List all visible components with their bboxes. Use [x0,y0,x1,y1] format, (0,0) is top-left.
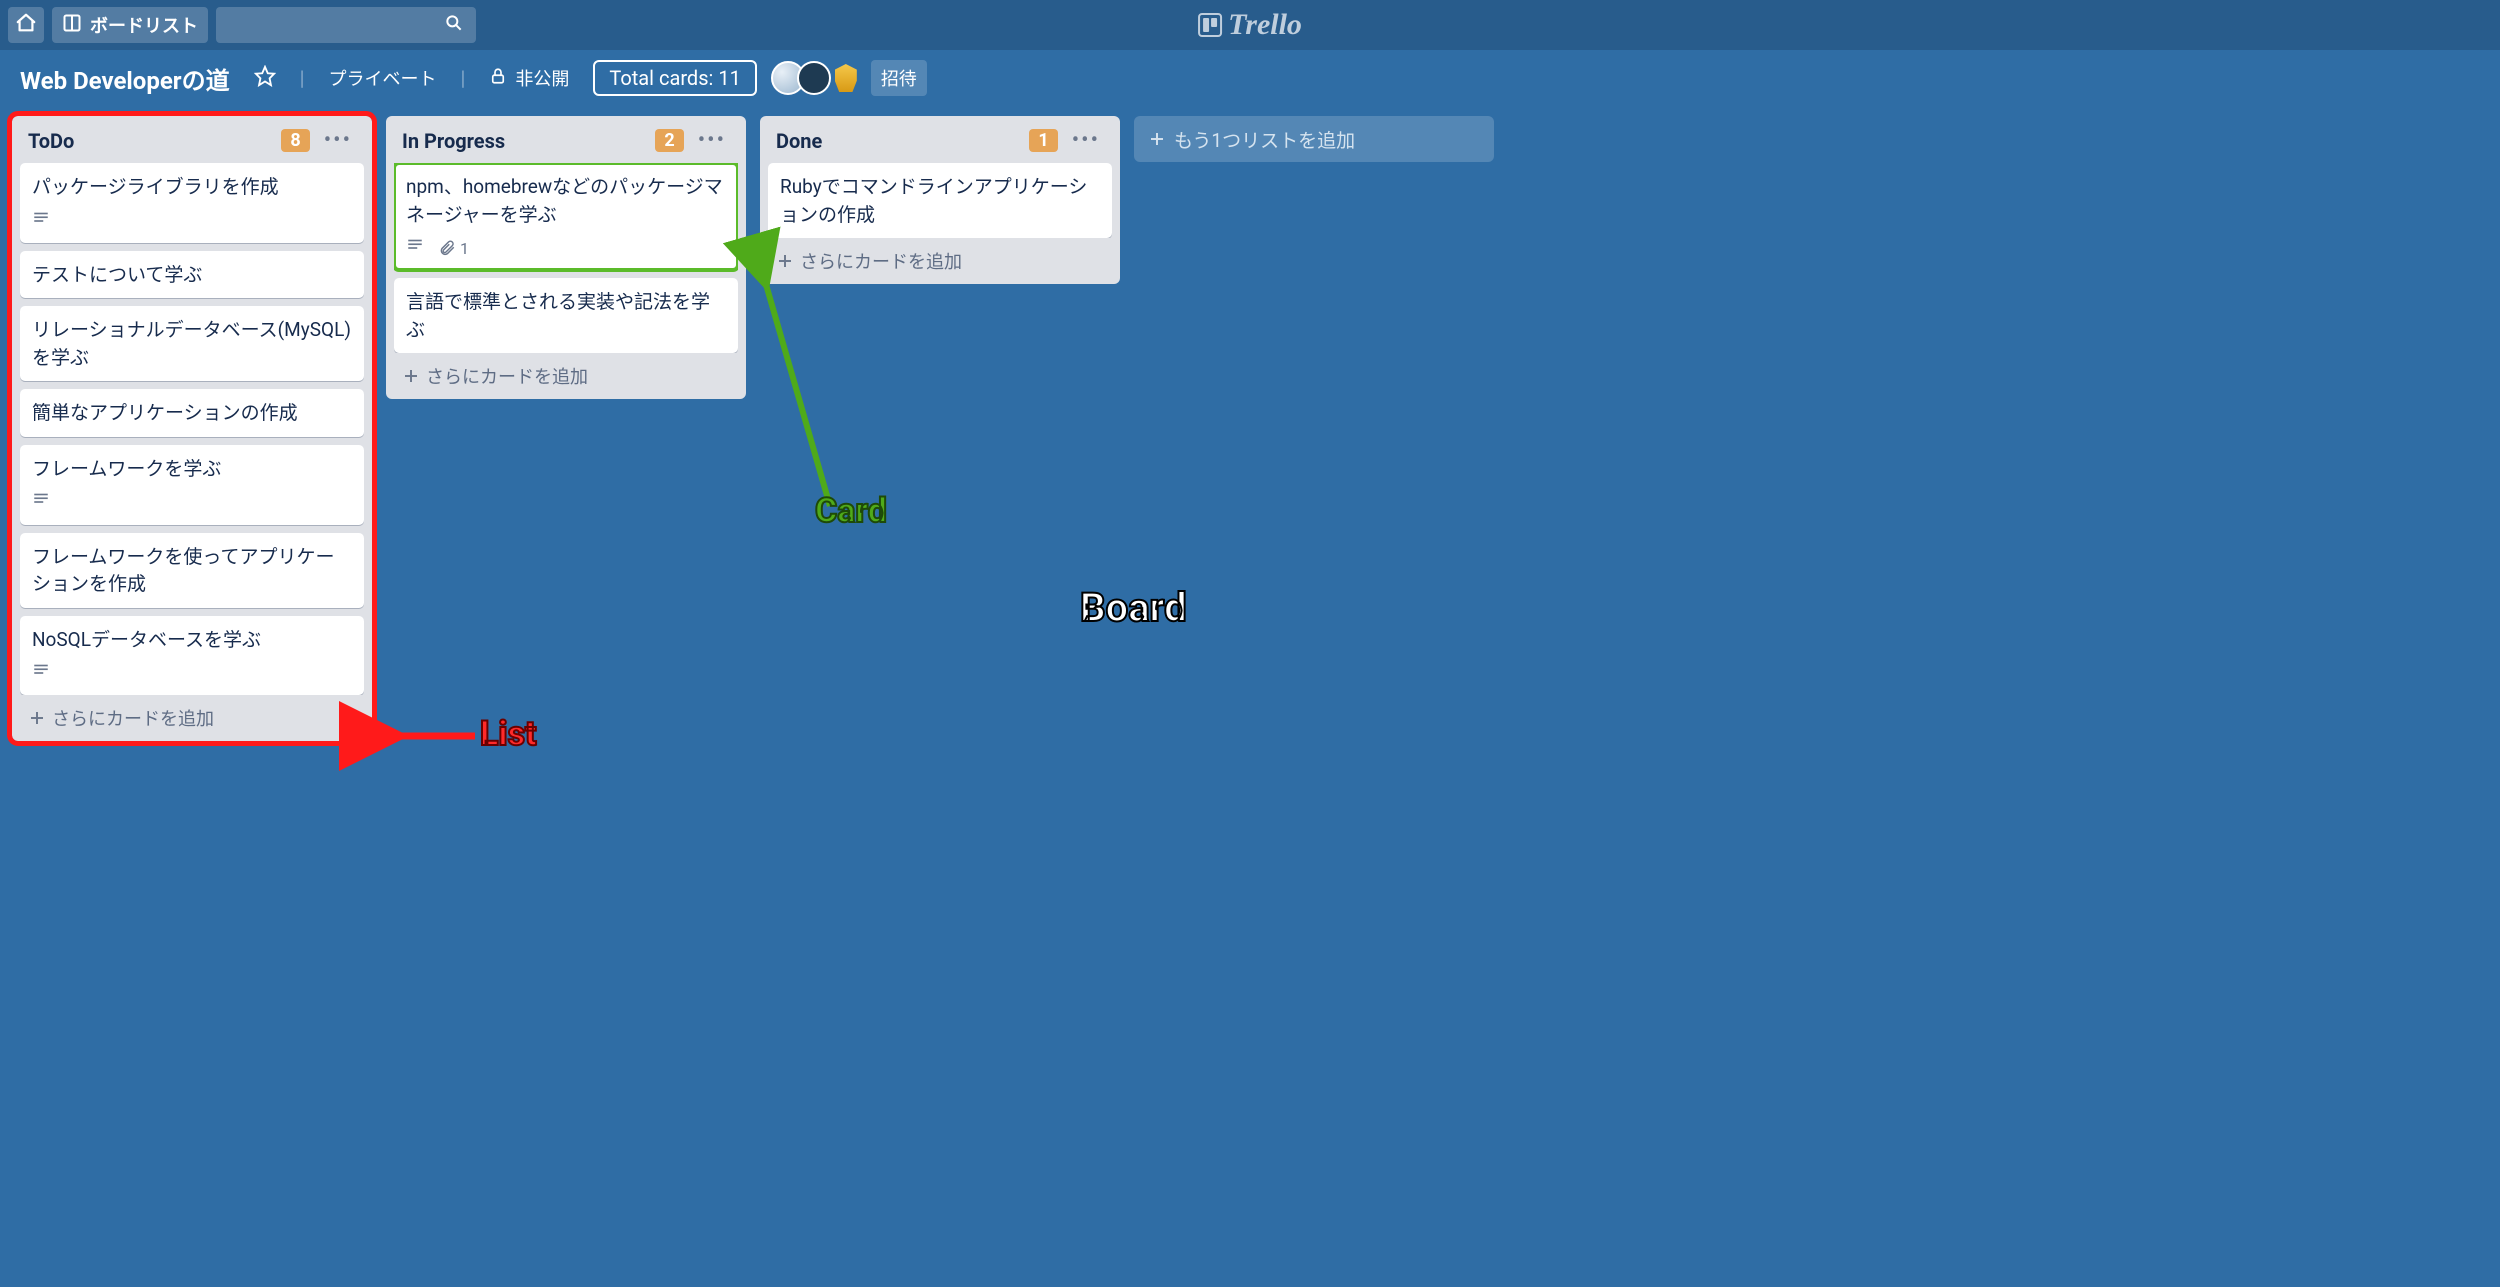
separator: | [460,66,465,90]
annotation-board: Board [1080,584,1187,631]
list-count-badge: 1 [1029,129,1057,152]
card-title: NoSQLデータベースを学ぶ [32,626,352,654]
card-list: パッケージライブラリを作成テストについて学ぶリレーショナルデータベース(MySQ… [20,163,364,695]
list-menu-button[interactable]: ••• [320,128,356,153]
board-canvas[interactable]: ToDo8 ••• パッケージライブラリを作成テストについて学ぶリレーショナルデータ… [0,106,2500,1287]
list-title[interactable]: ToDo [28,129,281,153]
app-logo[interactable]: Trello [1198,8,1302,42]
card[interactable]: 言語で標準とされる実装や記法を学ぶ [394,278,738,353]
invite-button-label: 招待 [881,65,917,91]
add-card-label: さらにカードを追加 [800,248,962,274]
card[interactable]: NoSQLデータベースを学ぶ [20,616,364,696]
card-title: 言語で標準とされる実装や記法を学ぶ [406,288,726,343]
card[interactable]: パッケージライブラリを作成 [20,163,364,243]
member-avatars[interactable] [771,61,857,95]
attachment-count: 1 [460,237,469,260]
list-menu-button[interactable]: ••• [1068,128,1104,153]
annotation-arrow-list [390,721,490,751]
description-icon [406,236,424,260]
card-badges [32,209,352,233]
search-icon [444,13,464,38]
annotation-list: List [480,714,537,754]
card-badges [32,661,352,685]
annotation-card: Card [815,491,887,531]
list[interactable]: Done1 ••• Rubyでコマンドラインアプリケーションの作成さらにカードを追加 [760,116,1120,284]
add-list-button[interactable]: もう1つリストを追加 [1134,116,1494,162]
add-list-label: もう1つリストを追加 [1174,126,1355,153]
list-menu-button[interactable]: ••• [694,128,730,153]
app-logo-text: Trello [1228,8,1302,42]
app-header: ボードリスト Trello [0,0,2500,50]
search-input[interactable] [216,7,476,43]
list-title[interactable]: In Progress [402,129,655,153]
description-icon [32,490,50,514]
description-icon [32,209,50,233]
total-cards-text: Total cards: 11 [609,66,740,90]
card-title: Rubyでコマンドラインアプリケーションの作成 [780,173,1100,228]
list-header: In Progress2 ••• [394,126,738,163]
card-title: フレームワークを学ぶ [32,455,352,483]
card[interactable]: 簡単なアプリケーションの作成 [20,389,364,437]
card-title: リレーショナルデータベース(MySQL)を学ぶ [32,316,352,371]
card[interactable]: リレーショナルデータベース(MySQL)を学ぶ [20,306,364,381]
card[interactable]: フレームワークを使ってアプリケーションを作成 [20,533,364,608]
add-card-button[interactable]: さらにカードを追加 [394,353,738,391]
board-title[interactable]: Web Developerの道 [20,61,230,96]
card[interactable]: Rubyでコマンドラインアプリケーションの作成 [768,163,1112,238]
invite-button[interactable]: 招待 [871,60,927,96]
medal-icon [835,64,857,92]
card-badges [32,490,352,514]
boards-button[interactable]: ボードリスト [52,7,208,43]
board-visibility-label: 非公開 [515,65,569,91]
star-icon [254,65,276,92]
team-visibility[interactable]: プライベート [318,60,446,96]
team-visibility-label: プライベート [328,65,436,91]
list-count-badge: 8 [281,129,309,152]
card-title: npm、homebrewなどのパッケージマネージャーを学ぶ [406,173,726,228]
card-title: フレームワークを使ってアプリケーションを作成 [32,543,352,598]
list[interactable]: ToDo8 ••• パッケージライブラリを作成テストについて学ぶリレーショナルデータ… [12,116,372,741]
trello-logo-icon [1198,13,1222,37]
card-list: Rubyでコマンドラインアプリケーションの作成 [768,163,1112,238]
list[interactable]: In Progress2 ••• npm、homebrewなどのパッケージマネージャ… [386,116,746,399]
card[interactable]: npm、homebrewなどのパッケージマネージャーを学ぶ 1 [394,163,738,270]
separator: | [300,66,305,90]
home-button[interactable] [8,7,44,43]
card-title: 簡単なアプリケーションの作成 [32,399,352,427]
add-card-button[interactable]: さらにカードを追加 [768,238,1112,276]
star-button[interactable] [244,60,286,96]
list-title[interactable]: Done [776,129,1029,153]
card-badges: 1 [406,236,726,260]
card-title: テストについて学ぶ [32,261,352,289]
description-icon [32,661,50,685]
card-title: パッケージライブラリを作成 [32,173,352,201]
attachment-badge: 1 [438,237,469,260]
boards-icon [62,13,82,38]
lock-icon [489,67,507,90]
card[interactable]: テストについて学ぶ [20,251,364,299]
card-list: npm、homebrewなどのパッケージマネージャーを学ぶ 1 言語で標準とされる実… [394,163,738,353]
boards-button-label: ボードリスト [90,12,198,38]
board-header: Web Developerの道 | プライベート | 非公開 Total car… [0,50,2500,106]
list-header: ToDo8 ••• [20,126,364,163]
total-cards-badge[interactable]: Total cards: 11 [593,60,756,96]
add-card-label: さらにカードを追加 [52,705,214,731]
board-visibility[interactable]: 非公開 [479,60,579,96]
add-card-button[interactable]: さらにカードを追加 [20,695,364,733]
card[interactable]: フレームワークを学ぶ [20,445,364,525]
annotation-arrow-card [760,276,880,536]
avatar[interactable] [797,61,831,95]
home-icon [15,12,37,39]
list-count-badge: 2 [655,129,683,152]
add-card-label: さらにカードを追加 [426,363,588,389]
list-header: Done1 ••• [768,126,1112,163]
